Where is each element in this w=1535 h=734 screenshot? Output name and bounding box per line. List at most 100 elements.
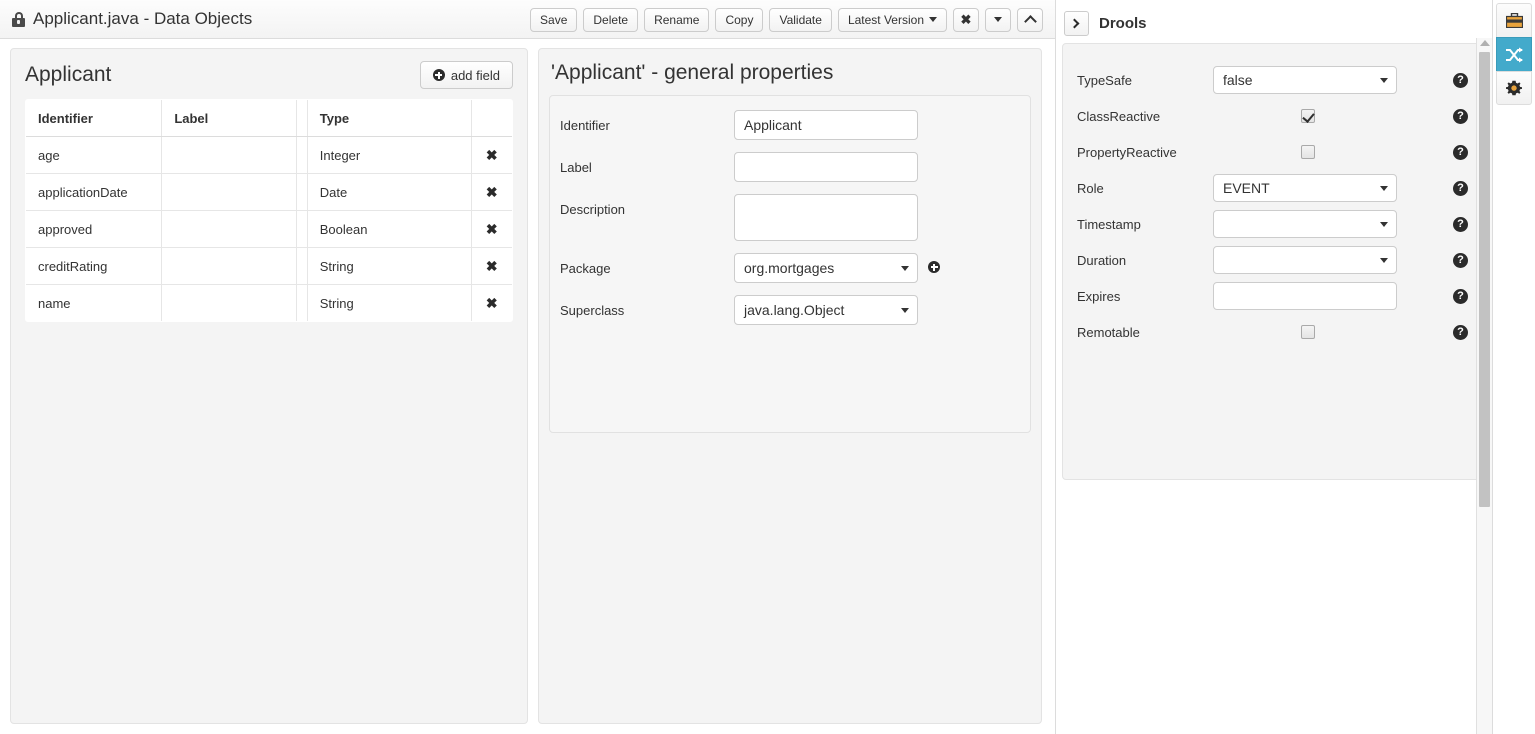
cell-identifier[interactable]: creditRating [26,248,162,285]
cell-identifier[interactable]: age [26,137,162,174]
column-header-spacer [296,100,307,137]
drools-row-control [1213,282,1403,310]
drools-checkbox[interactable] [1301,109,1315,123]
drools-select[interactable] [1213,246,1397,274]
rename-button[interactable]: Rename [644,8,709,32]
title-bar: Applicant.java - Data Objects Save Delet… [0,0,1055,39]
cell-label[interactable] [162,285,297,322]
cell-type[interactable]: String [307,285,471,322]
drools-select-value [1213,210,1397,238]
scroll-up-arrow-icon[interactable] [1480,40,1490,46]
latest-version-dropdown[interactable]: Latest Version [838,8,947,32]
save-button[interactable]: Save [530,8,577,32]
help-icon[interactable]: ? [1453,145,1468,160]
drools-select-value: false [1213,66,1397,94]
editor-toolbar: Save Delete Rename Copy Validate Latest … [530,0,1043,39]
drools-row: Timestamp? [1063,206,1486,242]
general-properties-panel: 'Applicant' - general properties Identif… [538,48,1042,724]
shuffle-icon [1505,47,1524,63]
latest-version-label: Latest Version [848,13,924,27]
drools-row-label: PropertyReactive [1077,145,1213,160]
help-icon[interactable]: ? [1453,253,1468,268]
column-header-identifier[interactable]: Identifier [26,100,162,137]
help-icon[interactable]: ? [1453,325,1468,340]
superclass-select[interactable]: java.lang.Object [734,295,918,325]
maximize-editor-button[interactable] [1017,8,1043,32]
delete-field-icon[interactable]: ✖ [486,259,498,273]
close-editor-button[interactable]: ✖ [953,8,979,32]
collapse-drools-button[interactable] [1064,11,1089,36]
drools-row-label: Role [1077,181,1213,196]
cell-label[interactable] [162,211,297,248]
editor-menu-button[interactable] [985,8,1011,32]
package-select[interactable]: org.mortgages [734,253,918,283]
briefcase-icon-button[interactable] [1496,3,1532,37]
drools-select[interactable]: false [1213,66,1397,94]
cell-actions: ✖ [471,137,512,174]
drools-checkbox[interactable] [1301,325,1315,339]
table-row[interactable]: name String ✖ [26,285,513,322]
package-select-value: org.mortgages [734,253,918,283]
drools-row-control [1213,246,1403,274]
drools-row-control: EVENT [1213,174,1403,202]
cell-type[interactable]: String [307,248,471,285]
cell-type[interactable]: Date [307,174,471,211]
copy-button[interactable]: Copy [715,8,763,32]
cell-actions: ✖ [471,248,512,285]
add-field-button[interactable]: add field [420,61,513,89]
description-row: Description [560,194,1020,241]
help-icon[interactable]: ? [1453,181,1468,196]
table-row[interactable]: creditRating String ✖ [26,248,513,285]
drools-select[interactable]: EVENT [1213,174,1397,202]
table-row[interactable]: age Integer ✖ [26,137,513,174]
cell-label[interactable] [162,248,297,285]
drools-select[interactable] [1213,210,1397,238]
drools-scrollbar[interactable] [1476,38,1492,734]
shuffle-icon-button[interactable] [1496,37,1532,71]
cell-spacer [296,137,307,174]
drools-panel: Drools TypeSafefalse?ClassReactive?Prope… [1055,0,1492,734]
title-bar-left: Applicant.java - Data Objects [0,9,252,29]
help-icon[interactable]: ? [1453,73,1468,88]
column-header-label[interactable]: Label [162,100,297,137]
data-object-header: Applicant add field [11,49,527,99]
cell-identifier[interactable]: applicationDate [26,174,162,211]
drools-row: Duration? [1063,242,1486,278]
cell-spacer [296,174,307,211]
delete-field-icon[interactable]: ✖ [486,148,498,162]
delete-field-icon[interactable]: ✖ [486,296,498,310]
column-header-type[interactable]: Type [307,100,471,137]
label-input[interactable] [734,152,918,182]
general-properties-form: Identifier Label Description Package org… [549,95,1031,433]
cell-type[interactable]: Boolean [307,211,471,248]
superclass-select-value: java.lang.Object [734,295,918,325]
help-icon[interactable]: ? [1453,289,1468,304]
delete-field-icon[interactable]: ✖ [486,185,498,199]
table-row[interactable]: approved Boolean ✖ [26,211,513,248]
briefcase-icon [1506,13,1523,28]
cell-type[interactable]: Integer [307,137,471,174]
cell-actions: ✖ [471,174,512,211]
drools-text-input[interactable] [1213,282,1397,310]
validate-button[interactable]: Validate [769,8,831,32]
cell-label[interactable] [162,137,297,174]
add-package-button[interactable] [928,260,940,278]
drools-row-label: Remotable [1077,325,1213,340]
cell-label[interactable] [162,174,297,211]
table-row[interactable]: applicationDate Date ✖ [26,174,513,211]
cell-identifier[interactable]: name [26,285,162,322]
cell-identifier[interactable]: approved [26,211,162,248]
delete-button[interactable]: Delete [583,8,638,32]
help-icon[interactable]: ? [1453,109,1468,124]
data-object-panel: Applicant add field Identifier Label Typ… [10,48,528,724]
description-input[interactable] [734,194,918,241]
scrollbar-thumb[interactable] [1479,52,1490,507]
drools-checkbox[interactable] [1301,145,1315,159]
identifier-input[interactable] [734,110,918,140]
drools-row-control [1213,325,1403,339]
drools-select-value [1213,246,1397,274]
delete-field-icon[interactable]: ✖ [486,222,498,236]
gear-icon-button[interactable] [1496,71,1532,105]
gear-icon [1506,80,1522,96]
help-icon[interactable]: ? [1453,217,1468,232]
